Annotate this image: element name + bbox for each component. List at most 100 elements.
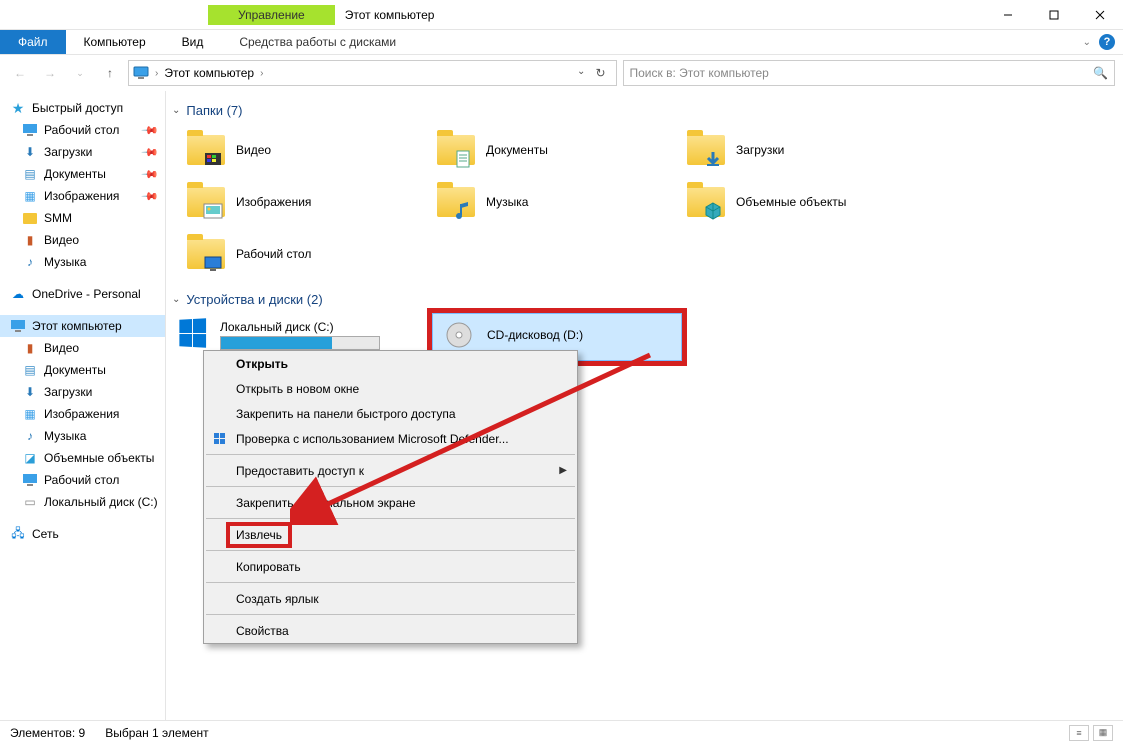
ctx-give-access[interactable]: Предоставить доступ к▶ (204, 458, 577, 483)
drive-label: Локальный диск (C:) (220, 320, 404, 334)
sidebar-item-label: Этот компьютер (32, 319, 122, 333)
help-button[interactable]: ? (1099, 34, 1115, 50)
folder-desktop[interactable]: Рабочий стол (178, 228, 428, 280)
folder-3d-objects[interactable]: Объемные объекты (678, 176, 928, 228)
sidebar-quick-access[interactable]: ★ Быстрый доступ (0, 97, 165, 119)
music-icon: ♪ (22, 254, 38, 270)
sidebar-item-desktop[interactable]: Рабочий стол📌 (0, 119, 165, 141)
recent-locations-button[interactable]: ⌄ (68, 61, 92, 85)
sidebar-item-video[interactable]: ▮Видео (0, 229, 165, 251)
sidebar-item-documents[interactable]: ▤Документы📌 (0, 163, 165, 185)
navigation-toolbar: ← → ⌄ ↑ › Этот компьютер › ⌄ ↻ Поиск в: … (0, 55, 1123, 91)
windows-logo-icon (178, 319, 206, 347)
folder-downloads[interactable]: Загрузки (678, 124, 928, 176)
maximize-button[interactable] (1031, 0, 1077, 29)
drive-capacity-bar (220, 336, 380, 350)
breadcrumb[interactable]: Этот компьютер (164, 66, 254, 80)
ctx-label: Свойства (236, 624, 289, 638)
folder-label: Рабочий стол (236, 247, 311, 261)
section-drives-header[interactable]: ⌄ Устройства и диски (2) (172, 292, 1115, 307)
folder-label: Видео (236, 143, 271, 157)
minimize-button[interactable] (985, 0, 1031, 29)
sidebar-item-documents[interactable]: ▤Документы (0, 359, 165, 381)
sidebar-onedrive[interactable]: ☁OneDrive - Personal (0, 283, 165, 305)
folder-label: Объемные объекты (736, 195, 846, 209)
sidebar-item-music[interactable]: ♪ Музыка (0, 251, 165, 273)
tab-file[interactable]: Файл (0, 30, 66, 54)
sidebar-item-label: Музыка (44, 255, 86, 269)
window-title: Этот компьютер (345, 8, 435, 22)
shield-icon (212, 431, 228, 447)
sidebar-item-downloads[interactable]: ⬇Загрузки📌 (0, 141, 165, 163)
ctx-pin-start[interactable]: Закрепить на начальном экране (204, 490, 577, 515)
search-box[interactable]: Поиск в: Этот компьютер 🔍 (623, 60, 1116, 86)
folder-label: Музыка (486, 195, 528, 209)
ctx-pin-quick-access[interactable]: Закрепить на панели быстрого доступа (204, 401, 577, 426)
sidebar-item-label: Загрузки (44, 385, 92, 399)
sidebar-network[interactable]: 🖧Сеть (0, 523, 165, 545)
tab-view[interactable]: Вид (164, 30, 222, 54)
sidebar-item-label: Рабочий стол (44, 473, 119, 487)
window-buttons (985, 0, 1123, 29)
ctx-separator (206, 486, 575, 487)
close-button[interactable] (1077, 0, 1123, 29)
drive-label: CD-дисковод (D:) (487, 328, 673, 342)
ctx-open-new-window[interactable]: Открыть в новом окне (204, 376, 577, 401)
submenu-arrow-icon: ▶ (559, 465, 567, 476)
ctx-properties[interactable]: Свойства (204, 618, 577, 643)
folder-music[interactable]: Музыка (428, 176, 678, 228)
sidebar-item-local-disk[interactable]: ▭Локальный диск (C:) (0, 491, 165, 513)
desktop-icon (22, 472, 38, 488)
sidebar-this-pc[interactable]: Этот компьютер (0, 315, 165, 337)
sidebar-item-pictures[interactable]: ▦Изображения (0, 403, 165, 425)
sidebar-item-label: Видео (44, 341, 79, 355)
sidebar-item-label: Объемные объекты (44, 451, 154, 465)
ctx-eject[interactable]: Извлечь (204, 522, 577, 547)
sidebar-item-music[interactable]: ♪Музыка (0, 425, 165, 447)
sidebar-item-desktop[interactable]: Рабочий стол (0, 469, 165, 491)
sidebar-item-downloads[interactable]: ⬇Загрузки (0, 381, 165, 403)
ctx-scan-defender[interactable]: Проверка с использованием Microsoft Defe… (204, 426, 577, 451)
folder-video[interactable]: Видео (178, 124, 428, 176)
search-icon: 🔍 (1093, 66, 1108, 80)
ctx-create-shortcut[interactable]: Создать ярлык (204, 586, 577, 611)
up-button[interactable]: ↑ (98, 61, 122, 85)
sidebar-item-video[interactable]: ▮Видео (0, 337, 165, 359)
ctx-separator (206, 550, 575, 551)
ribbon-context-tab[interactable]: Управление (208, 5, 335, 25)
ctx-label: Открыть в новом окне (236, 382, 359, 396)
folder-icon (436, 182, 476, 222)
view-details-button[interactable]: ≡ (1069, 725, 1089, 741)
status-bar: Элементов: 9 Выбран 1 элемент ≡ ▦ (0, 720, 1123, 744)
folder-documents[interactable]: Документы (428, 124, 678, 176)
pin-icon: 📌 (141, 165, 160, 184)
ctx-label: Создать ярлык (236, 592, 319, 606)
ribbon-expand-icon[interactable]: ⌄ (1083, 37, 1091, 48)
sidebar-item-smm[interactable]: SMM (0, 207, 165, 229)
window-caption: Управление Этот компьютер (0, 0, 985, 29)
address-dropdown-icon[interactable]: ⌄ (577, 66, 585, 80)
sidebar-item-label: Изображения (44, 407, 119, 421)
back-button[interactable]: ← (8, 61, 32, 85)
ctx-copy[interactable]: Копировать (204, 554, 577, 579)
forward-button[interactable]: → (38, 61, 62, 85)
ctx-label: Закрепить на начальном экране (236, 496, 416, 510)
refresh-button[interactable]: ↻ (595, 66, 605, 80)
tab-drive-tools[interactable]: Средства работы с дисками (221, 30, 414, 54)
ctx-separator (206, 614, 575, 615)
drive-icon: ▭ (22, 494, 38, 510)
ctx-label: Извлечь (230, 526, 288, 544)
section-folders-header[interactable]: ⌄ Папки (7) (172, 103, 1115, 118)
folder-label: Изображения (236, 195, 311, 209)
sidebar-item-3dobjects[interactable]: ◪ Объемные объекты (0, 447, 165, 469)
folder-pictures[interactable]: Изображения (178, 176, 428, 228)
cube-icon: ◪ (22, 450, 38, 466)
sidebar-item-pictures[interactable]: ▦Изображения📌 (0, 185, 165, 207)
chevron-down-icon: ⌄ (172, 294, 180, 305)
address-bar[interactable]: › Этот компьютер › ⌄ ↻ (128, 60, 617, 86)
pictures-icon: ▦ (22, 188, 38, 204)
ribbon-tabs: Файл Компьютер Вид Средства работы с дис… (0, 30, 1123, 55)
tab-computer[interactable]: Компьютер (66, 30, 164, 54)
ctx-open[interactable]: Открыть (204, 351, 577, 376)
view-icons-button[interactable]: ▦ (1093, 725, 1113, 741)
